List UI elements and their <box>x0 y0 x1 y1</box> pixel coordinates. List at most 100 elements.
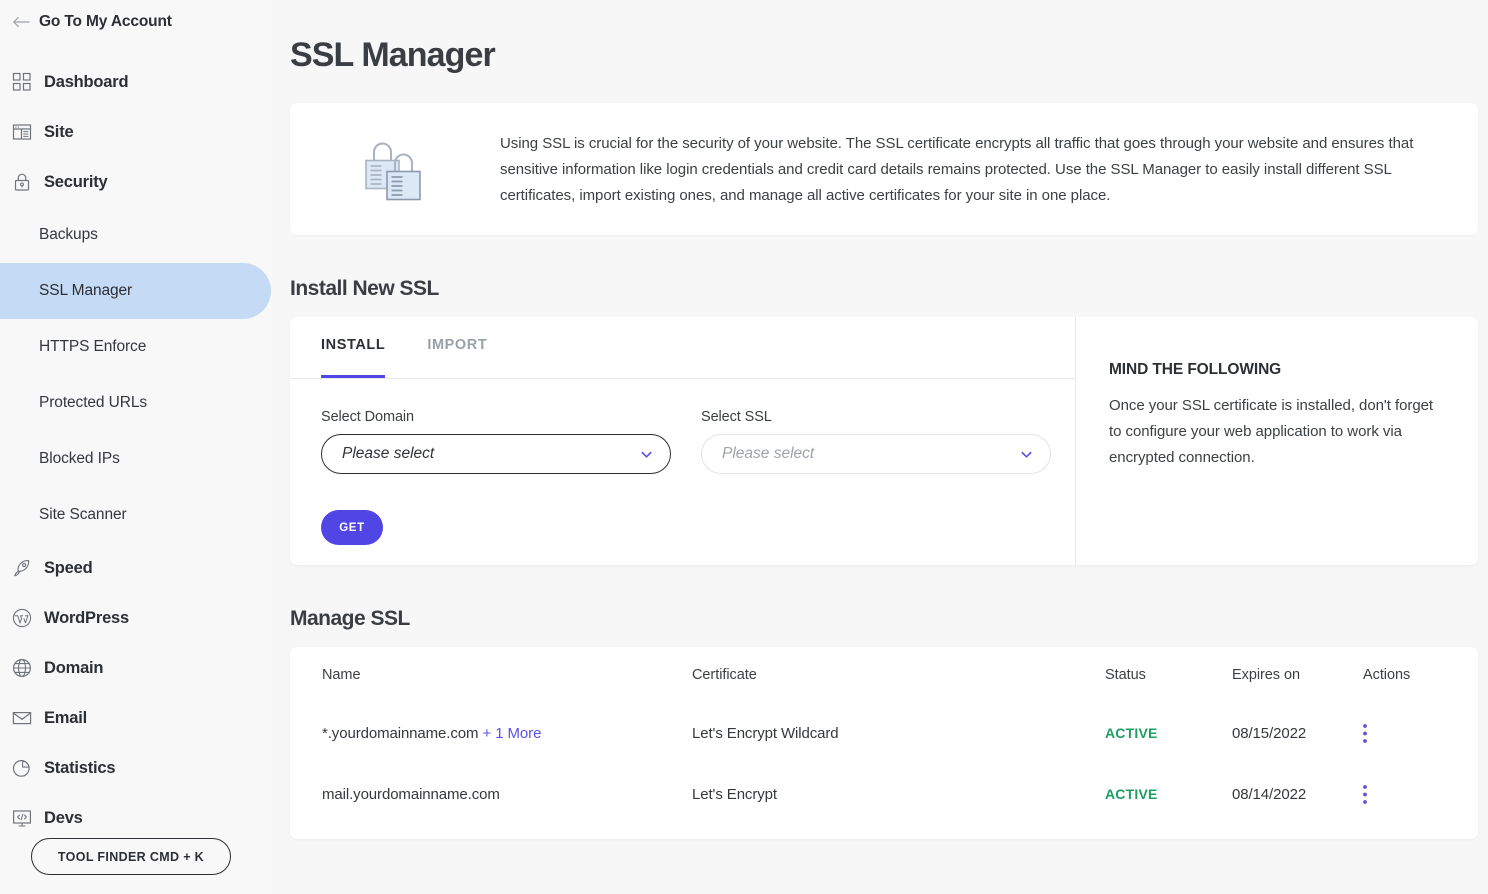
wordpress-icon <box>12 608 32 628</box>
grid-icon <box>12 72 32 92</box>
install-new-ssl-heading: Install New SSL <box>272 277 1488 301</box>
kebab-menu-icon[interactable] <box>1363 785 1367 804</box>
sidebar-item-blocked-ips[interactable]: Blocked IPs <box>0 431 272 487</box>
tab-import[interactable]: IMPORT <box>427 317 487 378</box>
manage-ssl-table: Name Certificate Status Expires on Actio… <box>290 647 1478 839</box>
sidebar-item-label: Site <box>44 123 73 142</box>
sidebar-item-speed[interactable]: Speed <box>0 543 272 593</box>
padlocks-illustration <box>290 129 500 201</box>
install-ssl-card: INSTALL IMPORT Select Domain Please sele… <box>290 317 1478 565</box>
sidebar-item-devs[interactable]: Devs <box>0 793 272 843</box>
sidebar-item-statistics[interactable]: Statistics <box>0 743 272 793</box>
mind-the-following-panel: MIND THE FOLLOWING Once your SSL certifi… <box>1076 317 1478 565</box>
sidebar-item-email[interactable]: Email <box>0 693 272 743</box>
sidebar-item-label: SSL Manager <box>39 282 132 300</box>
cell-status: ACTIVE <box>1105 786 1232 803</box>
table-row: *.yourdomainname.com + 1 More Let's Encr… <box>290 703 1478 764</box>
sidebar-item-ssl-manager[interactable]: SSL Manager <box>0 263 271 319</box>
code-monitor-icon <box>12 808 32 828</box>
sidebar: Go To My Account Dashboard <box>0 0 272 894</box>
sidebar-item-site-scanner[interactable]: Site Scanner <box>0 487 272 543</box>
page-title: SSL Manager <box>272 0 1488 75</box>
tab-label: IMPORT <box>427 337 487 353</box>
column-header-certificate: Certificate <box>692 667 1105 683</box>
kebab-menu-icon[interactable] <box>1363 724 1367 743</box>
select-ssl-value: Please select <box>722 445 1019 463</box>
select-domain-dropdown[interactable]: Please select <box>321 434 671 474</box>
install-form-fields: Select Domain Please select Select SSL P… <box>290 379 1075 474</box>
go-to-my-account-link[interactable]: Go To My Account <box>0 9 272 35</box>
sidebar-item-label: WordPress <box>44 609 129 628</box>
cell-expires-on: 08/14/2022 <box>1232 786 1363 803</box>
column-header-name: Name <box>290 667 692 683</box>
select-domain-label: Select Domain <box>321 409 671 425</box>
domain-name: *.yourdomainname.com <box>322 725 478 742</box>
cell-actions <box>1363 724 1443 743</box>
mind-the-following-title: MIND THE FOLLOWING <box>1109 361 1438 379</box>
select-ssl-dropdown[interactable]: Please select <box>701 434 1051 474</box>
chevron-down-icon <box>639 447 654 462</box>
two-padlocks-icon <box>360 135 430 201</box>
sidebar-item-security[interactable]: Security <box>0 157 272 207</box>
sidebar-item-label: Statistics <box>44 759 115 778</box>
install-tabs: INSTALL IMPORT <box>290 317 1075 379</box>
back-label: Go To My Account <box>39 13 172 31</box>
chevron-down-icon <box>1019 447 1034 462</box>
sidebar-item-site[interactable]: Site <box>0 107 272 157</box>
cell-name: *.yourdomainname.com + 1 More <box>290 725 692 742</box>
tool-finder-label: TOOL FINDER CMD + K <box>58 850 204 864</box>
sidebar-item-label: Devs <box>44 809 83 828</box>
install-form-panel: INSTALL IMPORT Select Domain Please sele… <box>290 317 1076 565</box>
rocket-icon <box>12 558 32 578</box>
status-badge: ACTIVE <box>1105 725 1158 741</box>
sidebar-item-label: HTTPS Enforce <box>39 338 146 356</box>
cell-expires-on: 08/15/2022 <box>1232 725 1363 742</box>
ssl-info-banner: Using SSL is crucial for the security of… <box>290 103 1478 235</box>
status-badge: ACTIVE <box>1105 786 1158 802</box>
sidebar-item-backups[interactable]: Backups <box>0 207 272 263</box>
sidebar-item-dashboard[interactable]: Dashboard <box>0 57 272 107</box>
cell-name: mail.yourdomainname.com <box>290 786 692 803</box>
column-header-expires-on: Expires on <box>1232 667 1363 683</box>
main-content: SSL Manager Using SSL is crucial for the… <box>272 0 1488 894</box>
sidebar-item-label: Protected URLs <box>39 394 147 412</box>
select-domain-value: Please select <box>342 445 639 463</box>
browser-window-icon <box>12 122 32 142</box>
sidebar-item-https-enforce[interactable]: HTTPS Enforce <box>0 319 272 375</box>
select-ssl-label: Select SSL <box>701 409 1051 425</box>
sidebar-item-label: Speed <box>44 559 93 578</box>
tab-label: INSTALL <box>321 337 385 353</box>
select-ssl-field: Select SSL Please select <box>701 409 1051 474</box>
sidebar-item-label: Blocked IPs <box>39 450 120 468</box>
cell-actions <box>1363 785 1443 804</box>
tab-install[interactable]: INSTALL <box>321 317 385 378</box>
tool-finder-button[interactable]: TOOL FINDER CMD + K <box>31 838 231 875</box>
sidebar-item-label: Site Scanner <box>39 506 127 524</box>
cell-certificate: Let's Encrypt <box>692 786 1105 803</box>
cell-status: ACTIVE <box>1105 725 1232 742</box>
column-header-actions: Actions <box>1363 667 1443 683</box>
sidebar-item-domain[interactable]: Domain <box>0 643 272 693</box>
more-domains-link[interactable]: + 1 More <box>483 725 542 742</box>
sidebar-item-label: Domain <box>44 659 103 678</box>
sidebar-item-protected-urls[interactable]: Protected URLs <box>0 375 272 431</box>
sidebar-nav: Dashboard Site Secu <box>0 57 272 843</box>
column-header-status: Status <box>1105 667 1232 683</box>
domain-name: mail.yourdomainname.com <box>322 786 500 803</box>
sidebar-item-wordpress[interactable]: WordPress <box>0 593 272 643</box>
table-row: mail.yourdomainname.com Let's Encrypt AC… <box>290 764 1478 825</box>
arrow-left-icon <box>12 15 30 29</box>
table-header-row: Name Certificate Status Expires on Actio… <box>290 647 1478 703</box>
manage-ssl-heading: Manage SSL <box>272 607 1488 631</box>
select-domain-field: Select Domain Please select <box>321 409 671 474</box>
mind-the-following-text: Once your SSL certificate is installed, … <box>1109 393 1438 471</box>
cell-certificate: Let's Encrypt Wildcard <box>692 725 1105 742</box>
ssl-info-text: Using SSL is crucial for the security of… <box>500 129 1448 209</box>
sidebar-item-label: Dashboard <box>44 73 128 92</box>
lock-icon <box>12 172 32 192</box>
get-button[interactable]: GET <box>321 510 383 545</box>
sidebar-item-label: Email <box>44 709 87 728</box>
globe-icon <box>12 658 32 678</box>
pie-chart-icon <box>12 758 32 778</box>
sidebar-item-label: Backups <box>39 226 98 244</box>
